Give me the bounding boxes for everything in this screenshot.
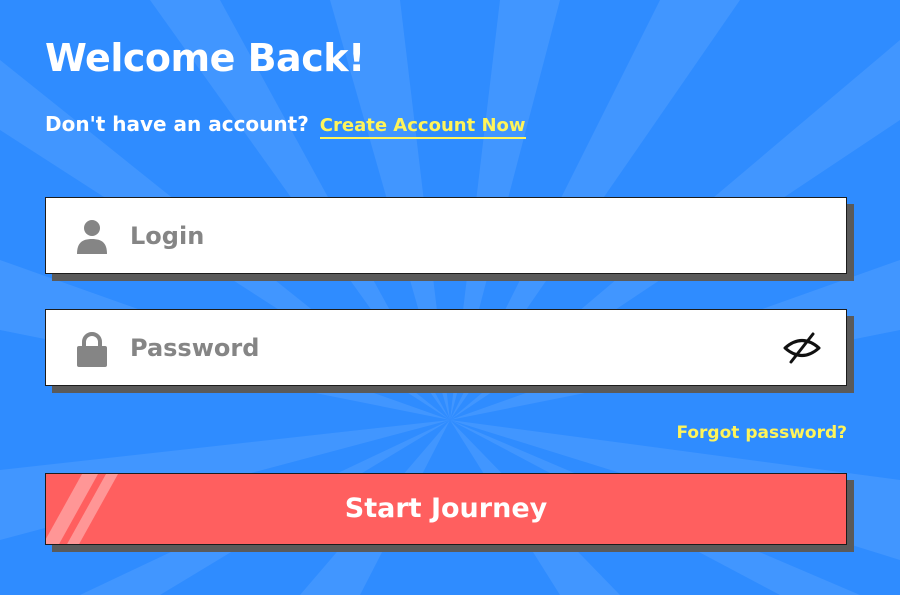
user-icon <box>77 220 107 254</box>
create-account-link[interactable]: Create Account Now <box>319 115 526 139</box>
page-title: Welcome Back! <box>45 36 365 80</box>
signup-prompt: Don't have an account? Create Account No… <box>45 112 526 139</box>
password-field <box>45 309 847 386</box>
password-input[interactable] <box>130 310 770 385</box>
forgot-password-link[interactable]: Forgot password? <box>676 423 847 443</box>
signup-prompt-text: Don't have an account? <box>45 112 309 136</box>
start-journey-label: Start Journey <box>344 493 548 524</box>
login-input[interactable] <box>130 198 770 273</box>
login-screen: Welcome Back! Don't have an account? Cre… <box>0 0 900 595</box>
lock-icon <box>77 332 107 367</box>
eye-hidden-icon[interactable] <box>782 331 822 365</box>
start-journey-button[interactable]: Start Journey <box>45 473 847 545</box>
login-field <box>45 197 847 274</box>
